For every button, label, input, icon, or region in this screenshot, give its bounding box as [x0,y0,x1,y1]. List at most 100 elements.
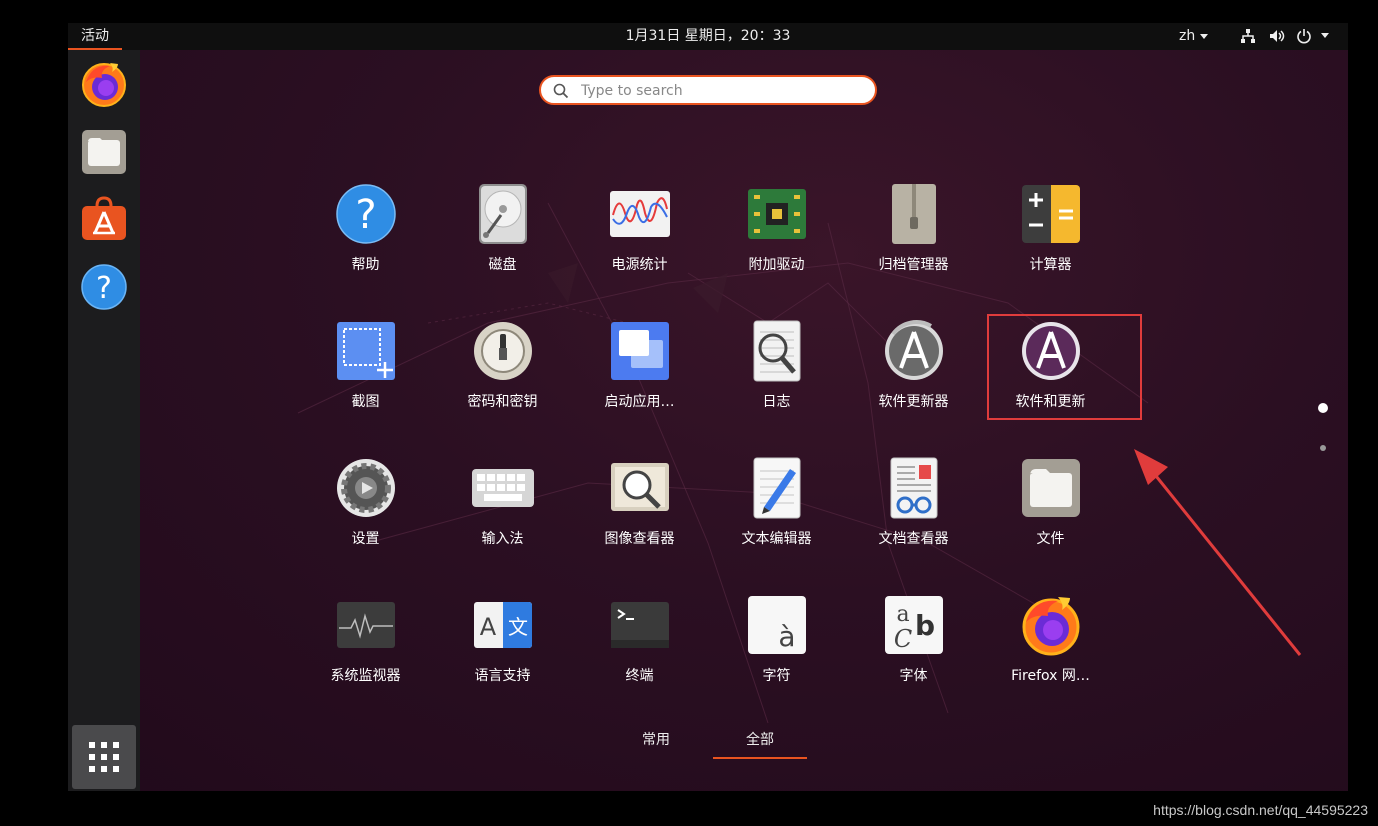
text-editor-icon [753,457,801,519]
app-fonts[interactable]: a C b 字体 [845,584,982,699]
language-indicator[interactable]: zh [1179,23,1209,50]
dock-firefox[interactable] [80,60,128,108]
svg-text:a: a [896,602,909,627]
power-icon [1297,29,1311,44]
page-indicator-active[interactable] [1318,403,1328,413]
settings-icon [337,459,395,517]
app-label: 启动应用… [604,394,675,410]
app-firefox[interactable]: Firefox 网… [982,584,1119,699]
annotation-arrow [1134,449,1302,656]
app-label: 输入法 [481,531,524,547]
app-label: 归档管理器 [878,257,949,273]
app-characters[interactable]: à 字符 [708,584,845,699]
system-monitor-icon [337,602,395,648]
app-calculator[interactable]: 计算器 [982,173,1119,288]
archive-manager-icon [892,184,936,244]
app-label: 字体 [899,668,928,684]
screenshot-icon [337,322,395,380]
app-system-monitor[interactable]: 系统监视器 [297,584,434,699]
app-document-viewer[interactable]: 文档查看器 [845,447,982,562]
app-passwords-keys[interactable]: 密码和密钥 [434,310,571,425]
app-software-updater[interactable]: 软件更新器 [845,310,982,425]
passwords-keys-icon [474,322,532,380]
language-label: zh [1179,28,1196,44]
app-label: 密码和密钥 [467,394,538,410]
input-method-icon [472,469,534,507]
app-label: 文档查看器 [878,531,949,547]
image-viewer-icon [611,463,669,511]
app-additional-drivers[interactable]: 附加驱动 [708,173,845,288]
help-icon: ? [336,184,396,244]
files-icon [1022,459,1080,517]
terminal-icon [611,602,669,648]
app-label: 文本编辑器 [741,531,812,547]
chevron-down-icon [1321,33,1329,38]
app-label: 系统监视器 [330,668,401,684]
tab-frequent[interactable]: 常用 [609,723,703,757]
app-input-method[interactable]: 输入法 [434,447,571,562]
svg-text:?: ? [355,192,376,238]
svg-text:b: b [915,609,935,642]
app-terminal[interactable]: 终端 [571,584,708,699]
page-indicator[interactable] [1320,445,1326,451]
app-startup-apps[interactable]: 启动应用… [571,310,708,425]
additional-drivers-icon [748,189,806,239]
show-apps-button[interactable] [72,725,136,789]
app-label: 附加驱动 [748,257,805,273]
app-label: 终端 [625,668,654,684]
network-icon [1241,29,1255,43]
chevron-down-icon [1200,33,1209,39]
app-help[interactable]: ? 帮助 [297,173,434,288]
software-updater-icon [885,320,943,380]
app-settings[interactable]: 设置 [297,447,434,562]
app-label: 字符 [762,668,791,684]
app-label: 截图 [351,394,380,410]
app-label: 语言支持 [474,668,531,684]
search-icon [553,83,569,99]
app-label: 设置 [351,531,380,547]
dock-help[interactable]: ? [80,263,128,311]
dock-files[interactable] [80,128,128,176]
files-icon [82,130,126,174]
svg-text:à: à [778,620,795,653]
app-label: 图像查看器 [604,531,675,547]
dock: ? [68,50,140,791]
help-icon: ? [81,264,127,310]
app-label: 软件更新器 [878,394,949,410]
app-label: 电源统计 [611,257,668,273]
app-files[interactable]: 文件 [982,447,1119,562]
app-disks[interactable]: 磁盘 [434,173,571,288]
app-logs[interactable]: 日志 [708,310,845,425]
document-viewer-icon [890,457,938,519]
disks-icon [479,184,527,244]
svg-text:文: 文 [508,615,528,639]
app-power-statistics[interactable]: 电源统计 [571,173,708,288]
app-label: 帮助 [351,257,380,273]
app-label: 磁盘 [488,257,517,273]
app-archive-manager[interactable]: 归档管理器 [845,173,982,288]
startup-apps-icon [611,322,669,380]
svg-text:A: A [480,613,497,641]
fonts-icon: a C b [885,596,943,654]
dock-software[interactable] [80,195,128,243]
app-language-support[interactable]: A 文 语言支持 [434,584,571,699]
clock[interactable]: 1月31日 星期日，20：33 [68,23,1348,50]
app-label: Firefox 网… [1011,668,1090,684]
language-support-icon: A 文 [474,602,532,648]
search-box[interactable] [539,75,877,105]
app-label: 文件 [1036,531,1065,547]
search-input[interactable] [579,80,863,102]
tab-all[interactable]: 全部 [713,723,807,759]
app-label: 日志 [762,394,791,410]
app-image-viewer[interactable]: 图像查看器 [571,447,708,562]
watermark: https://blog.csdn.net/qq_44595223 [1153,802,1368,818]
app-label: 计算器 [1029,257,1072,273]
highlight-box [987,314,1142,420]
top-bar: 活动 1月31日 星期日，20：33 zh [68,23,1348,50]
firefox-icon [82,63,126,107]
app-text-editor[interactable]: 文本编辑器 [708,447,845,562]
svg-text:C: C [894,625,912,653]
app-screenshot[interactable]: 截图 [297,310,434,425]
logs-icon [753,320,801,382]
power-statistics-icon [610,191,670,237]
